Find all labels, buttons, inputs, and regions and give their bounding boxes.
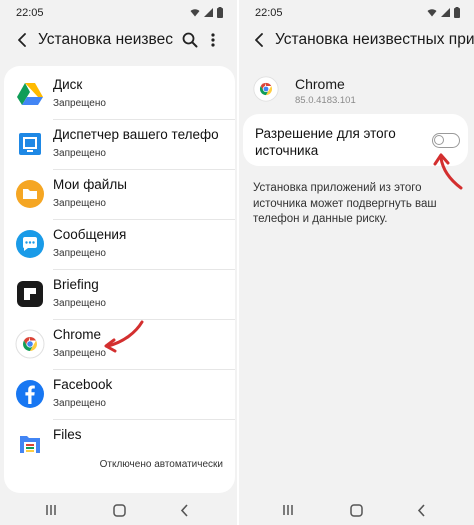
right-screen: 22:05 Установка неизвестных прил Chrome … <box>239 0 474 525</box>
more-vert-icon <box>211 33 215 47</box>
list-item-my-files[interactable]: Мои файлы Запрещено <box>4 170 235 220</box>
recents-icon <box>46 505 56 515</box>
app-status: Запрещено <box>53 398 106 409</box>
app-status: Запрещено <box>53 248 106 259</box>
app-info-header: Chrome 85.0.4183.101 <box>239 66 474 116</box>
chrome-icon <box>253 76 279 102</box>
folder-icon <box>16 180 44 208</box>
back-button[interactable] <box>12 28 32 52</box>
device-manager-icon <box>19 133 41 155</box>
chevron-left-icon <box>255 33 263 47</box>
search-icon <box>182 32 198 48</box>
google-drive-icon <box>17 83 43 105</box>
app-name: Диск <box>53 77 83 92</box>
back-icon <box>417 503 425 517</box>
status-bar: 22:05 <box>0 0 237 24</box>
app-name: Chrome <box>295 76 345 92</box>
list-item-facebook[interactable]: Facebook Запрещено <box>4 370 235 420</box>
facebook-icon <box>16 380 44 408</box>
app-name: Мои файлы <box>53 177 127 192</box>
app-version: 85.0.4183.101 <box>295 95 356 106</box>
status-bar: 22:05 <box>239 0 474 24</box>
list-item-drive[interactable]: Диск Запрещено <box>4 70 235 120</box>
home-icon <box>112 503 126 517</box>
app-name: Диспетчер вашего телефо <box>53 127 219 142</box>
app-status: Запрещено <box>53 198 106 209</box>
page-title: Установка неизвес <box>38 31 173 48</box>
allow-source-toggle[interactable] <box>432 133 460 148</box>
messages-icon <box>16 230 44 258</box>
search-button[interactable] <box>180 30 200 50</box>
home-icon <box>349 503 363 517</box>
app-name: Facebook <box>53 377 113 392</box>
signal-icon <box>441 7 450 17</box>
wifi-icon <box>190 8 200 16</box>
recents-button[interactable] <box>42 502 60 518</box>
wifi-icon <box>427 8 437 16</box>
home-button[interactable] <box>347 502 365 518</box>
app-status: Отключено автоматически <box>99 459 223 470</box>
app-name: Briefing <box>53 277 99 292</box>
permission-label: Разрешение для этого источника <box>255 126 396 158</box>
app-status: Запрещено <box>53 348 106 359</box>
page-title: Установка неизвестных прил <box>275 31 474 48</box>
app-list: Диск Запрещено Диспетчер вашего телефо З… <box>4 66 235 493</box>
briefing-icon <box>17 281 43 307</box>
app-name: Сообщения <box>53 227 127 242</box>
navigation-bar <box>239 496 474 525</box>
status-icons <box>427 6 460 18</box>
back-button[interactable] <box>249 28 269 52</box>
app-status: Запрещено <box>53 148 106 159</box>
recents-icon <box>283 505 293 515</box>
status-time: 22:05 <box>255 7 283 19</box>
app-status: Запрещено <box>53 98 106 109</box>
home-button[interactable] <box>110 502 128 518</box>
battery-icon <box>454 6 460 18</box>
status-time: 22:05 <box>16 7 44 19</box>
list-item-briefing[interactable]: Briefing Запрещено <box>4 270 235 320</box>
list-item-messages[interactable]: Сообщения Запрещено <box>4 220 235 270</box>
left-screen: 22:05 Установка неизвес Диск Запрещено Д… <box>0 0 237 525</box>
annotation-arrow <box>104 320 144 353</box>
app-bar: Установка неизвес <box>0 26 237 54</box>
more-options-button[interactable] <box>206 30 220 50</box>
files-icon <box>20 436 40 453</box>
nav-back-button[interactable] <box>176 502 194 518</box>
list-item-phone-manager[interactable]: Диспетчер вашего телефо Запрещено <box>4 120 235 170</box>
signal-icon <box>204 7 213 17</box>
list-item-files[interactable]: Files Отключено автоматически <box>4 420 235 476</box>
app-status: Запрещено <box>53 298 106 309</box>
status-icons <box>190 6 223 18</box>
chrome-icon <box>15 329 45 359</box>
navigation-bar <box>0 496 237 525</box>
back-icon <box>180 503 188 517</box>
screenshot-composite: 22:05 Установка неизвес Диск Запрещено Д… <box>0 0 474 525</box>
recents-button[interactable] <box>279 502 297 518</box>
chevron-left-icon <box>18 33 26 47</box>
app-bar: Установка неизвестных прил <box>239 26 474 54</box>
toggle-knob <box>434 135 444 145</box>
nav-back-button[interactable] <box>413 502 431 518</box>
app-name: Files <box>53 427 82 442</box>
battery-icon <box>217 6 223 18</box>
warning-text: Установка приложений из этого источника … <box>253 182 437 225</box>
